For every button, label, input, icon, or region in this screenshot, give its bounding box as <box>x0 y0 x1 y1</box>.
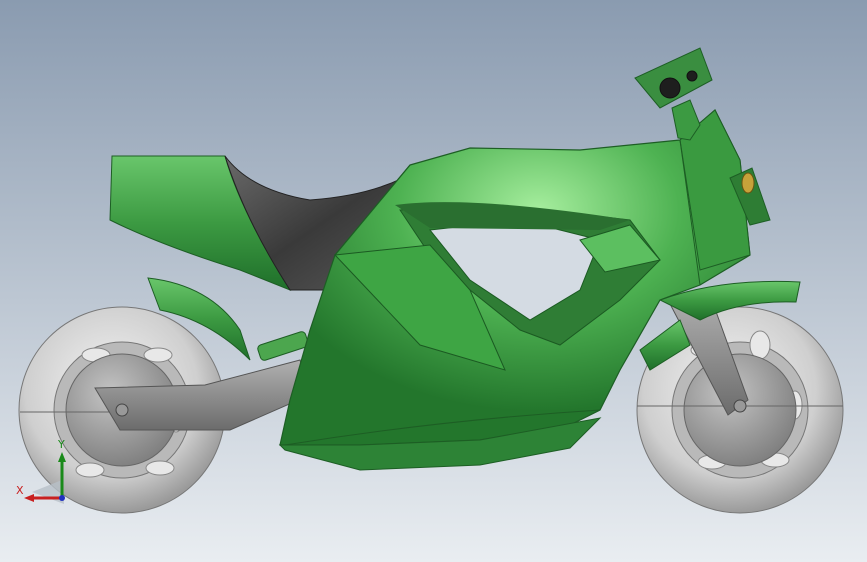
mirror-knob <box>659 77 681 99</box>
z-axis-dot <box>59 495 65 501</box>
rear-axle <box>115 403 129 417</box>
orientation-triad: X Y <box>14 438 74 510</box>
y-axis-label: Y <box>58 438 65 451</box>
triad-axes <box>24 452 66 504</box>
motorcycle-model-scene[interactable] <box>0 0 867 562</box>
graphics-viewport[interactable]: X Y <box>0 0 867 562</box>
front-axle <box>733 399 747 413</box>
x-axis-label: X <box>16 484 24 497</box>
